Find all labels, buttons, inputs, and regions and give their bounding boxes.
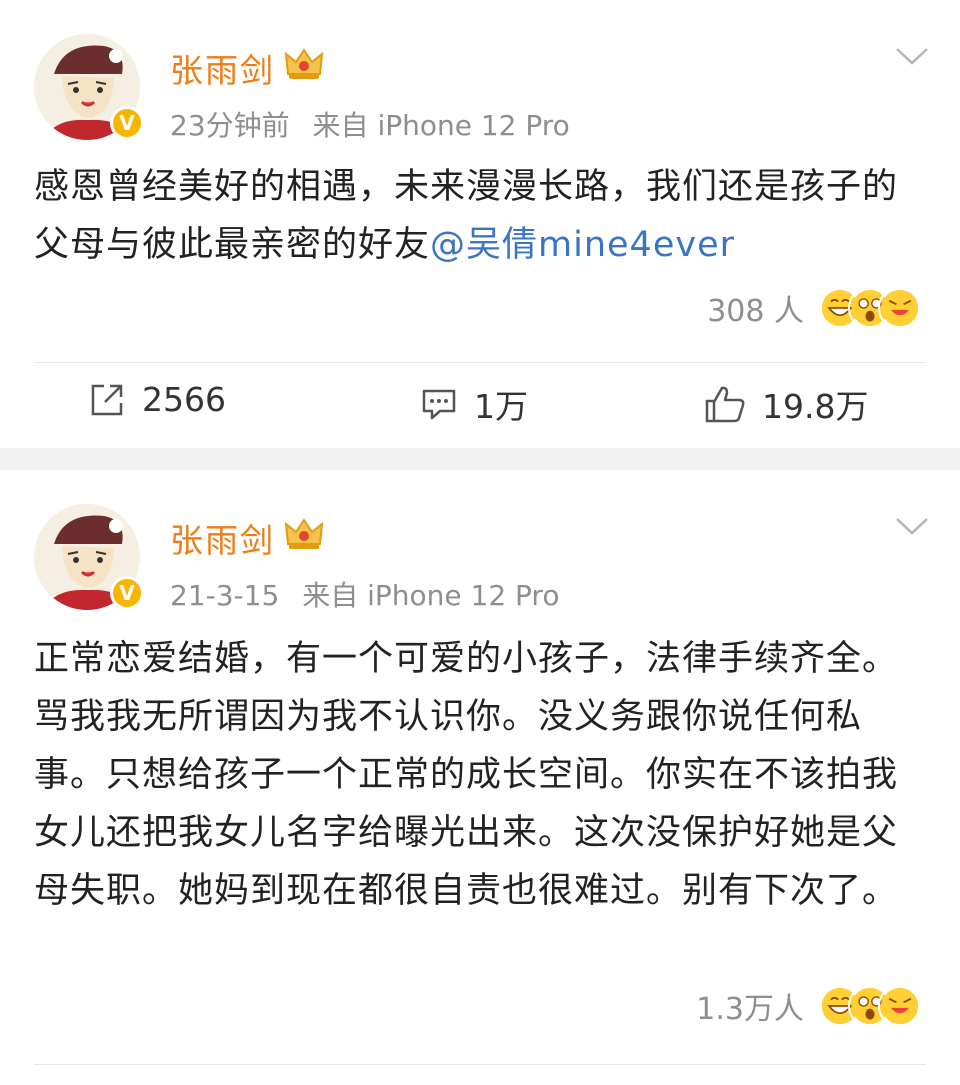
share-icon xyxy=(91,384,123,415)
feed-separator xyxy=(0,448,960,470)
comment-button[interactable]: 1万 xyxy=(420,380,528,428)
post-text: 感恩曾经美好的相遇，未来漫漫长路，我们还是孩子的父母与彼此最亲密的好友@吴倩mi… xyxy=(34,158,914,274)
post-time: 23分钟前 xyxy=(170,109,290,142)
crown-icon xyxy=(284,518,324,549)
mention-link[interactable]: @吴倩mine4ever xyxy=(430,225,735,265)
repost-count: 2566 xyxy=(142,380,226,419)
username[interactable]: 张雨剑 xyxy=(170,44,275,92)
divider xyxy=(34,362,926,363)
laugh-emoji-icon xyxy=(878,984,922,1028)
chevron-down-icon[interactable] xyxy=(894,514,930,538)
divider xyxy=(34,1064,926,1065)
username[interactable]: 张雨剑 xyxy=(170,514,275,562)
avatar[interactable]: V xyxy=(34,34,144,140)
reaction-summary[interactable]: 1.3万人 xyxy=(696,984,924,1028)
thumbs-up-icon xyxy=(705,386,745,423)
reaction-summary[interactable]: 308 人 xyxy=(707,286,924,330)
avatar[interactable]: V xyxy=(34,504,144,610)
like-count: 19.8万 xyxy=(762,387,869,426)
weibo-post: V 张雨剑 21-3-15 来自 iPhone 12 Pro 正常恋爱结婚，有一… xyxy=(0,470,960,1085)
repost-button[interactable]: 2566 xyxy=(88,380,226,419)
post-time: 21-3-15 xyxy=(170,579,280,612)
comment-count: 1万 xyxy=(474,387,528,426)
post-meta: 23分钟前 来自 iPhone 12 Pro xyxy=(170,104,570,144)
verified-badge-icon: V xyxy=(110,106,144,140)
crown-icon xyxy=(284,48,324,79)
comment-icon xyxy=(422,389,456,420)
like-button[interactable]: 19.8万 xyxy=(704,380,868,428)
chevron-down-icon[interactable] xyxy=(894,44,930,68)
post-meta: 21-3-15 来自 iPhone 12 Pro xyxy=(170,574,559,614)
post-source[interactable]: 来自 iPhone 12 Pro xyxy=(302,579,559,612)
reaction-emojis xyxy=(818,984,924,1028)
reaction-count: 308 人 xyxy=(707,294,804,329)
post-text: 正常恋爱结婚，有一个可爱的小孩子，法律手续齐全。骂我我无所谓因为我不认识你。没义… xyxy=(34,639,899,911)
reaction-emojis xyxy=(818,286,924,330)
weibo-post: V 张雨剑 23分钟前 来自 iPhone 12 Pro 感恩曾经美好的相遇，未… xyxy=(0,0,960,448)
verified-badge-icon: V xyxy=(110,576,144,610)
laugh-emoji-icon xyxy=(878,286,922,330)
post-source[interactable]: 来自 iPhone 12 Pro xyxy=(313,109,570,142)
reaction-count: 1.3万人 xyxy=(696,992,804,1027)
